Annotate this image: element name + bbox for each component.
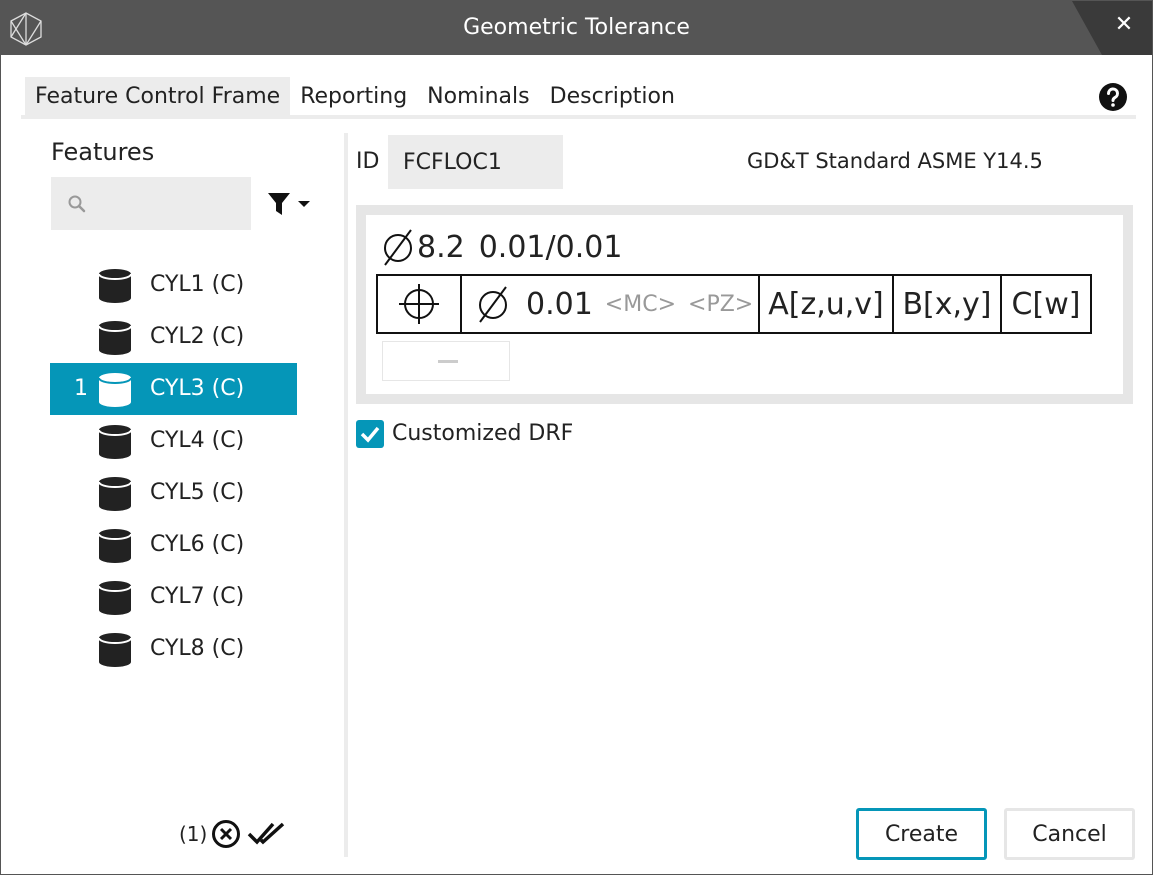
help-icon[interactable] <box>1098 82 1128 112</box>
cylinder-icon <box>98 321 132 355</box>
cylinder-icon <box>98 581 132 615</box>
feature-item-cyl7[interactable]: CYL7 (C) <box>50 571 297 623</box>
tab-divider <box>21 115 1136 119</box>
diameter-icon <box>479 286 507 323</box>
datum-tertiary-cell[interactable]: C[w] <box>1002 276 1090 332</box>
feature-label: CYL5 (C) <box>150 480 245 505</box>
feature-item-cyl3[interactable]: 1 CYL3 (C) <box>50 363 297 415</box>
cylinder-icon <box>98 269 132 303</box>
tab-bar: Feature Control Frame Reporting Nominals… <box>25 77 685 115</box>
gdt-standard: GD&T Standard ASME Y14.5 <box>747 149 1043 173</box>
feature-item-cyl5[interactable]: CYL5 (C) <box>50 467 297 519</box>
select-all-icon[interactable] <box>247 820 289 848</box>
checkmark-icon <box>360 426 380 443</box>
close-icon[interactable]: ✕ <box>1112 13 1136 37</box>
tab-feature-control-frame[interactable]: Feature Control Frame <box>25 77 291 115</box>
features-title: Features <box>51 138 155 166</box>
feature-item-cyl1[interactable]: CYL1 (C) <box>50 259 297 311</box>
feature-label: CYL4 (C) <box>150 428 245 453</box>
cylinder-icon <box>98 373 132 407</box>
selection-count: (1) <box>179 822 208 846</box>
projected-zone-modifier[interactable]: <PZ> <box>688 292 753 317</box>
feature-label: CYL8 (C) <box>150 636 245 661</box>
clear-selection-icon[interactable] <box>211 819 241 849</box>
feature-index: 1 <box>74 376 88 401</box>
size-tolerance: 0.01/0.01 <box>478 229 623 265</box>
customized-drf-checkbox[interactable] <box>356 420 384 448</box>
cancel-button[interactable]: Cancel <box>1004 808 1135 860</box>
cylinder-icon <box>98 633 132 667</box>
create-button[interactable]: Create <box>856 808 987 860</box>
datum-primary-cell[interactable]: A[z,u,v] <box>760 276 894 332</box>
geometric-tolerance-dialog: Geometric Tolerance ✕ Feature Control Fr… <box>0 0 1153 875</box>
cylinder-icon <box>98 529 132 563</box>
cylinder-icon <box>98 425 132 459</box>
feature-item-cyl6[interactable]: CYL6 (C) <box>50 519 297 571</box>
fcf-frame: 0.01 <MC> <PZ> A[z,u,v] B[x,y] C[w] <box>376 274 1092 334</box>
position-symbol-cell[interactable] <box>378 276 462 332</box>
title-bar: Geometric Tolerance ✕ <box>1 1 1152 55</box>
id-field[interactable] <box>388 135 563 189</box>
feature-label: CYL3 (C) <box>150 376 245 401</box>
feature-item-cyl2[interactable]: CYL2 (C) <box>50 311 297 363</box>
window-title: Geometric Tolerance <box>463 15 690 40</box>
filter-dropdown-icon[interactable] <box>267 191 315 217</box>
diameter-icon <box>384 229 412 266</box>
feature-label: CYL2 (C) <box>150 324 245 349</box>
feature-label: CYL1 (C) <box>150 272 245 297</box>
feature-list: CYL1 (C) CYL2 (C) 1 CYL3 (C) CYL4 (C) CY… <box>50 259 297 675</box>
feature-control-frame-editor: 8.2 0.01/0.01 0.01 <MC> <PZ> A[z,u,v] B[… <box>356 205 1133 404</box>
position-icon <box>399 284 439 324</box>
feature-search-input[interactable] <box>51 177 251 230</box>
cylinder-icon <box>98 477 132 511</box>
feature-item-cyl8[interactable]: CYL8 (C) <box>50 623 297 675</box>
panel-divider[interactable] <box>344 133 348 857</box>
tab-reporting[interactable]: Reporting <box>290 77 417 115</box>
id-label: ID <box>356 149 380 174</box>
minus-icon <box>438 360 458 363</box>
datum-secondary-cell[interactable]: B[x,y] <box>894 276 1002 332</box>
customized-drf-label: Customized DRF <box>392 421 574 446</box>
tolerance-zone-cell[interactable]: 0.01 <MC> <PZ> <box>462 276 760 332</box>
tolerance-value: 0.01 <box>526 286 593 322</box>
material-condition-modifier[interactable]: <MC> <box>605 292 676 317</box>
size-value: 8.2 <box>417 229 465 265</box>
fcf-canvas: 8.2 0.01/0.01 0.01 <MC> <PZ> A[z,u,v] B[… <box>366 215 1123 394</box>
tab-description[interactable]: Description <box>540 77 685 115</box>
selection-summary: (1) <box>179 817 289 851</box>
feature-label: CYL7 (C) <box>150 584 245 609</box>
fcf-segment-button[interactable] <box>382 341 510 381</box>
feature-label: CYL6 (C) <box>150 532 245 557</box>
tab-nominals[interactable]: Nominals <box>417 77 539 115</box>
size-dimension[interactable]: 8.2 0.01/0.01 <box>381 225 622 269</box>
search-icon <box>68 195 86 213</box>
feature-item-cyl4[interactable]: CYL4 (C) <box>50 415 297 467</box>
